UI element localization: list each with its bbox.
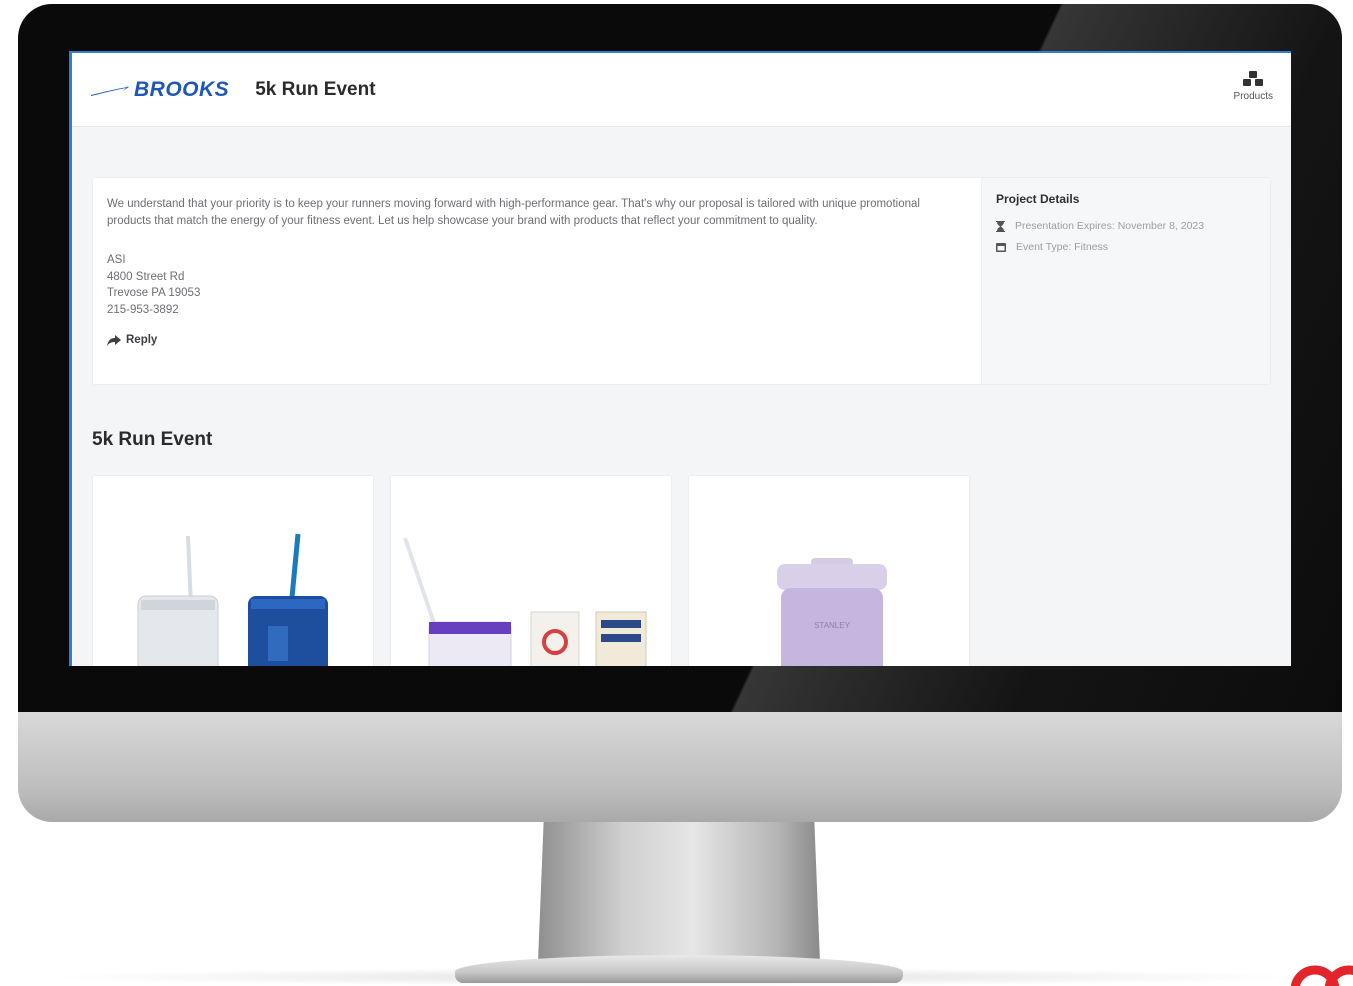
project-details-panel: Project Details Presentation Expires: No… bbox=[981, 178, 1270, 384]
top-bar: BROOKS 5k Run Event Products bbox=[72, 53, 1291, 127]
city-state-zip: Trevose PA 19053 bbox=[107, 287, 201, 299]
project-details-title: Project Details bbox=[996, 192, 1080, 206]
products-button[interactable]: Products bbox=[1234, 71, 1273, 102]
product-image: STANLEY bbox=[777, 558, 887, 666]
brooks-swoosh-icon bbox=[91, 84, 129, 96]
street-address: 4800 Street Rd bbox=[107, 270, 185, 283]
monitor-mockup: BROOKS 5k Run Event Products We understa… bbox=[0, 0, 1353, 986]
brand-logo[interactable]: BROOKS bbox=[90, 78, 229, 102]
corner-logo bbox=[1283, 960, 1353, 986]
page-title: 5k Run Event bbox=[255, 78, 376, 100]
reply-button[interactable]: Reply bbox=[107, 334, 967, 346]
event-type-text: Event Type: Fitness bbox=[1016, 241, 1109, 253]
main-content: We understand that your priority is to k… bbox=[72, 127, 1291, 666]
product-card-tumblers[interactable] bbox=[92, 475, 374, 666]
company-name: ASI bbox=[107, 254, 126, 266]
monitor-chin bbox=[18, 712, 1342, 822]
section-title: 5k Run Event bbox=[92, 429, 213, 450]
hourglass-icon bbox=[996, 220, 1005, 232]
product-image bbox=[137, 533, 328, 666]
event-type-row: Event Type: Fitness bbox=[996, 241, 1256, 253]
monitor-stand-base bbox=[455, 955, 903, 983]
product-card-jug[interactable]: STANLEY bbox=[688, 475, 970, 666]
products-label: Products bbox=[1233, 91, 1273, 102]
expires-row: Presentation Expires: November 8, 2023 bbox=[996, 220, 1256, 232]
product-card-cups[interactable] bbox=[390, 475, 672, 666]
calendar-icon bbox=[996, 243, 1006, 252]
proposal-card: We understand that your priority is to k… bbox=[92, 177, 1271, 385]
message-panel: We understand that your priority is to k… bbox=[93, 178, 981, 384]
phone-number: 215-953-3892 bbox=[107, 303, 179, 316]
product-image bbox=[403, 537, 647, 666]
product-grid: STANLEY bbox=[92, 475, 1271, 666]
boxes-icon bbox=[1243, 71, 1264, 86]
intro-message: We understand that your priority is to k… bbox=[107, 198, 920, 227]
monitor-stand-neck bbox=[538, 822, 820, 962]
brand-name: BROOKS bbox=[134, 77, 230, 101]
app-screen: BROOKS 5k Run Event Products We understa… bbox=[69, 51, 1291, 666]
expires-text: Presentation Expires: November 8, 2023 bbox=[1015, 220, 1205, 232]
svg-text:STANLEY: STANLEY bbox=[814, 621, 851, 630]
sender-address: ASI 4800 Street Rd Trevose PA 19053 215-… bbox=[107, 252, 967, 318]
reply-label: Reply bbox=[126, 334, 158, 346]
brand-mark-icon bbox=[1290, 965, 1353, 986]
reply-arrow-icon bbox=[107, 334, 121, 346]
